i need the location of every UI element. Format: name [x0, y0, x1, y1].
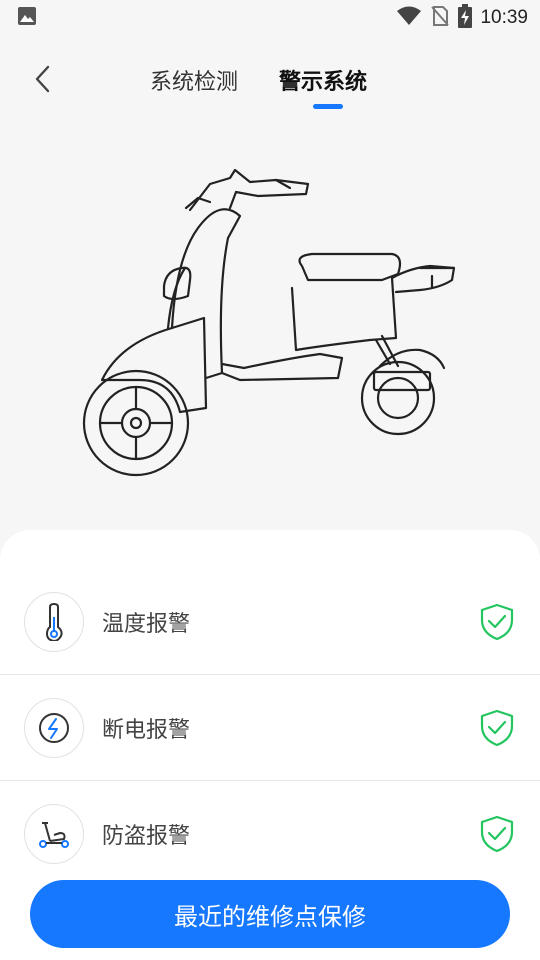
nearest-repair-button[interactable]: 最近的维修点保修: [30, 880, 510, 948]
alert-label: 温度报警: [102, 612, 191, 637]
header: 系统检测 警示系统: [0, 52, 540, 112]
alert-row-anti-theft[interactable]: 防盗报警: [0, 781, 540, 887]
shield-check-icon: [478, 815, 516, 853]
scooter-lock-icon: [24, 804, 84, 864]
status-time: 10:39: [480, 7, 528, 28]
shield-check-icon: [478, 603, 516, 641]
tab-alert-system[interactable]: 警示系统: [279, 64, 367, 96]
alert-row-temperature[interactable]: 温度报警: [0, 569, 540, 675]
power-off-icon: [24, 698, 84, 758]
battery-charging-icon: [458, 4, 473, 32]
status-bar: 10:39: [0, 0, 540, 36]
thermometer-icon: [24, 592, 84, 652]
active-tab-indicator: [313, 104, 343, 109]
no-sim-icon: [430, 5, 450, 31]
alert-row-power-off[interactable]: 断电报警: [0, 675, 540, 781]
tab-system-check[interactable]: 系统检测: [150, 64, 238, 96]
image-icon: [16, 5, 38, 31]
status-icons: 10:39: [396, 4, 528, 32]
alert-label: 防盗报警: [102, 824, 191, 849]
chevron-left-icon: [35, 65, 50, 93]
alert-label: 断电报警: [102, 718, 191, 743]
scooter-illustration: [82, 168, 456, 477]
shield-check-icon: [478, 709, 516, 747]
wifi-icon: [396, 5, 422, 31]
back-button[interactable]: [26, 62, 60, 96]
